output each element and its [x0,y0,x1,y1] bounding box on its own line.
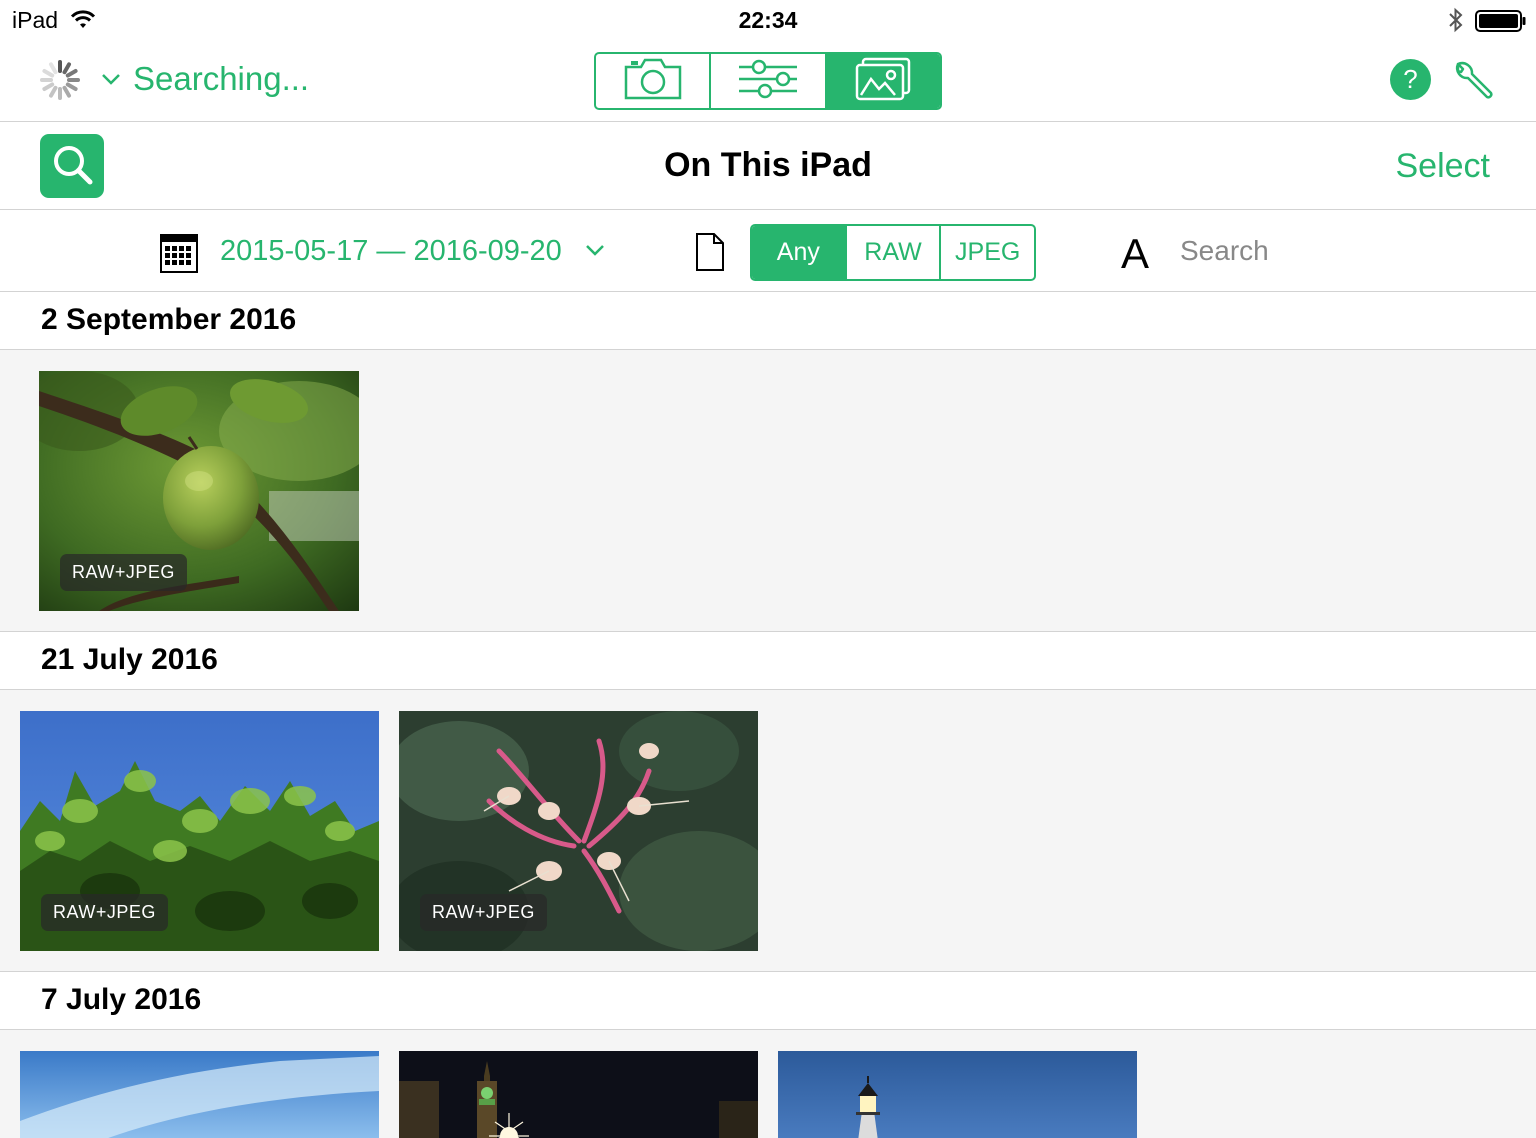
lighthouse-photo [778,1051,1137,1138]
photo-thumbnail[interactable]: RAW+JPEG [39,371,359,611]
section-date: 7 July 2016 [41,983,202,1016]
wrench-icon[interactable] [1452,59,1496,108]
calendar-icon[interactable] [160,233,198,278]
file-type-raw[interactable]: RAW [847,226,942,279]
search-status-label[interactable]: Searching... [133,60,309,98]
mode-segmented-control [594,52,942,110]
section-header: 21 July 2016 [0,631,1536,690]
filter-bar: 2015-05-17 — 2016-09-20 Any RAW JPEG A [0,210,1536,292]
text-search-icon: A [1121,230,1150,277]
date-range-picker[interactable]: 2015-05-17 — 2016-09-20 [220,235,562,268]
photo-thumbnail[interactable] [20,1051,379,1138]
battery-icon [1475,10,1527,37]
bluetooth-icon [1447,7,1465,38]
file-type-segmented-control: Any RAW JPEG [750,224,1036,281]
status-time: 22:34 [738,7,798,33]
camera-icon [623,57,683,106]
section-date: 2 September 2016 [41,303,297,336]
file-type-badge: RAW+JPEG [60,554,187,591]
photo-thumbnail[interactable] [778,1051,1137,1138]
help-button[interactable]: ? [1390,59,1431,100]
loading-spinner-icon [38,58,82,107]
select-button[interactable]: Select [1396,147,1491,186]
file-type-any[interactable]: Any [752,226,847,279]
photo-thumbnail[interactable]: RAW+JPEG [20,711,379,951]
section-header: 2 September 2016 [0,292,1536,350]
file-icon [695,232,725,277]
page-title: On This iPad [664,146,872,184]
file-type-badge: RAW+JPEG [41,894,168,931]
big-ben-night-photo [399,1051,758,1138]
chevron-down-icon[interactable] [585,243,605,262]
file-type-jpeg[interactable]: JPEG [941,226,1034,279]
tab-photos[interactable] [826,54,940,108]
status-bar: iPad 22:34 [0,0,1536,42]
photo-thumbnail[interactable]: RAW+JPEG [399,711,758,951]
search-input[interactable] [1180,232,1480,270]
toolbar: Searching... ? [0,42,1536,122]
sliders-icon [737,57,799,106]
section-header: 7 July 2016 [0,971,1536,1030]
sky-photo [20,1051,379,1138]
nav-bar: On This iPad Select [0,122,1536,210]
section-date: 21 July 2016 [41,643,218,676]
photo-thumbnail[interactable] [399,1051,758,1138]
file-type-badge: RAW+JPEG [420,894,547,931]
tab-camera[interactable] [596,54,712,108]
chevron-down-icon[interactable] [101,72,121,91]
tab-adjust[interactable] [711,54,827,108]
photos-icon [855,57,911,106]
photo-grid: 2 September 2016 RAW+JPEG 21 July 2016 R… [0,292,1536,1138]
